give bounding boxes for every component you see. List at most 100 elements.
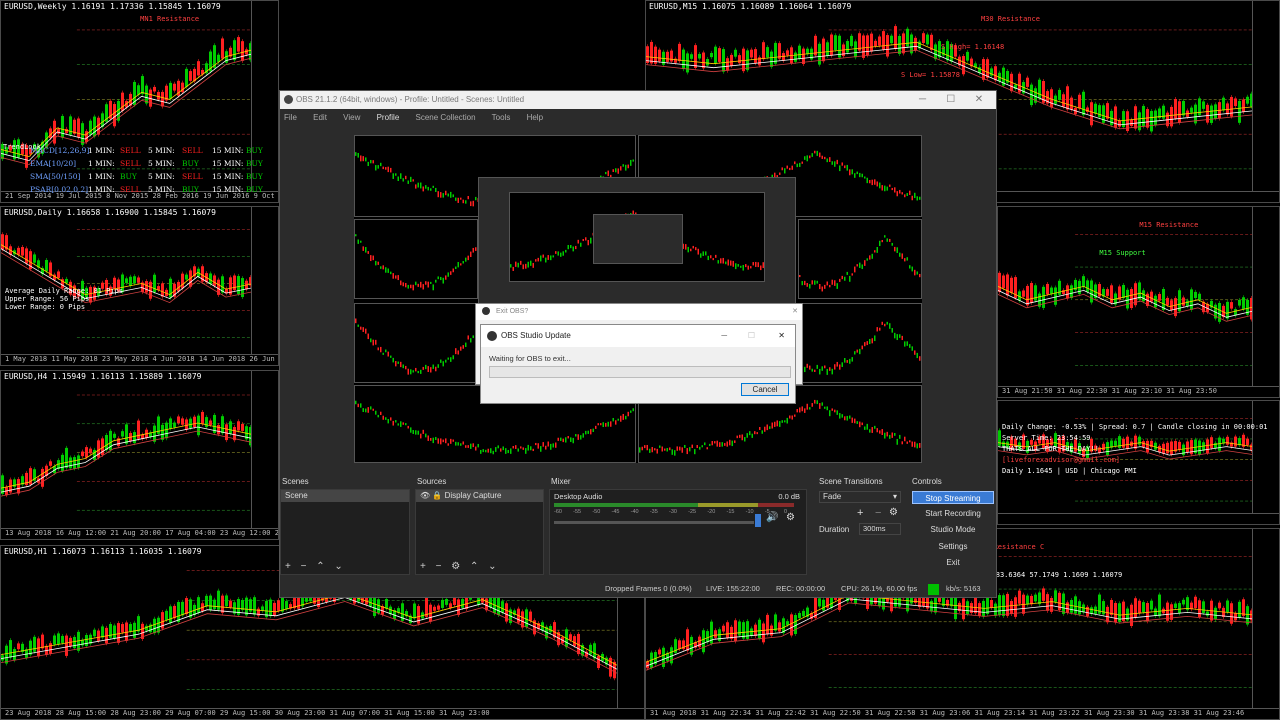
candle <box>113 625 116 639</box>
candle <box>185 274 188 280</box>
candle <box>165 610 168 620</box>
menu-file[interactable]: File <box>284 113 297 122</box>
candle <box>726 622 729 638</box>
candle <box>1090 280 1093 303</box>
remove-source-icon[interactable]: − <box>436 561 442 572</box>
transition-gear-icon[interactable]: ⚙ <box>889 507 898 518</box>
chart-annotation: Average Daily Range: 81 Pips <box>5 287 124 295</box>
volume-slider-handle[interactable] <box>755 514 761 527</box>
candle <box>998 272 1001 292</box>
candle <box>77 455 80 468</box>
candle <box>317 596 320 608</box>
time-axis <box>998 513 1279 524</box>
menu-help[interactable]: Help <box>527 113 543 122</box>
candle <box>754 624 757 636</box>
menu-scene-collection[interactable]: Scene Collection <box>416 113 476 122</box>
candle <box>1106 442 1109 456</box>
speaker-icon[interactable]: 🔊 <box>766 512 778 523</box>
candle <box>770 51 773 67</box>
minimize-button[interactable]: ─ <box>910 91 936 109</box>
chart-panel-c3[interactable]: EURUSD,Daily 1.16658 1.16900 1.15845 1.1… <box>0 206 279 366</box>
candle <box>29 640 32 655</box>
controls-title: Controls <box>912 477 942 486</box>
candle <box>1070 97 1073 110</box>
candle <box>121 92 124 111</box>
source-item[interactable]: 👁 🔒 Display Capture <box>416 490 543 502</box>
close-button[interactable]: ✕ <box>778 325 785 347</box>
chart-panel-c5[interactable]: EURUSD,H4 1.15949 1.16113 1.15889 1.1607… <box>0 370 279 540</box>
candle <box>1182 297 1185 306</box>
candle <box>794 615 797 634</box>
candle <box>1218 602 1221 609</box>
chart-panel-c6[interactable]: Daily Change: -0.53% | Spread: 0.7 | Can… <box>997 400 1280 525</box>
scene-item[interactable]: Scene <box>281 490 409 502</box>
menu-tools[interactable]: Tools <box>492 113 511 122</box>
volume-slider[interactable] <box>554 521 754 524</box>
candle <box>49 643 52 654</box>
live-time: LIVE: 155:22:00 <box>706 584 760 593</box>
stop-streaming-button[interactable]: Stop Streaming <box>912 491 994 504</box>
cancel-button[interactable]: Cancel <box>741 383 789 396</box>
move-up-icon[interactable]: ⌃ <box>470 561 478 572</box>
candle <box>762 623 765 643</box>
candle <box>1142 602 1145 613</box>
candle <box>750 628 753 636</box>
move-down-icon[interactable]: ⌄ <box>334 561 342 572</box>
start-recording-button[interactable]: Start Recording <box>912 507 994 520</box>
candle <box>722 49 725 72</box>
candle <box>197 61 200 76</box>
minimize-button[interactable]: ─ <box>721 325 727 347</box>
candle <box>181 601 184 616</box>
candle <box>766 614 769 635</box>
candle <box>189 71 192 81</box>
obs-preview-canvas[interactable] <box>354 135 922 463</box>
candle <box>1002 275 1005 289</box>
eye-icon[interactable]: 👁 <box>420 491 430 500</box>
exit-button[interactable]: Exit <box>912 556 994 569</box>
candle <box>53 635 56 645</box>
remove-transition-icon[interactable]: − <box>875 507 881 519</box>
candle <box>1142 105 1145 127</box>
candle <box>738 55 741 64</box>
candle <box>1198 440 1201 455</box>
menu-view[interactable]: View <box>343 113 360 122</box>
candle <box>1166 297 1169 306</box>
candle <box>726 58 729 71</box>
add-scene-icon[interactable]: + <box>285 561 291 572</box>
candle <box>185 419 188 430</box>
candle <box>1198 600 1201 617</box>
candle <box>734 49 737 57</box>
maximize-button[interactable]: ☐ <box>938 91 964 109</box>
transition-select[interactable]: Fade ▾ <box>819 491 901 503</box>
candle <box>1002 595 1005 617</box>
candle <box>61 635 64 643</box>
candle <box>774 614 777 631</box>
close-icon[interactable]: ✕ <box>792 304 798 320</box>
candle <box>706 631 709 643</box>
remove-scene-icon[interactable]: − <box>301 561 307 572</box>
move-up-icon[interactable]: ⌃ <box>316 561 324 572</box>
chart-panel-c4[interactable]: 31 Aug 21:50 31 Aug 22:30 31 Aug 23:10 3… <box>997 206 1280 398</box>
settings-button[interactable]: Settings <box>912 540 994 553</box>
candle <box>137 616 140 632</box>
signal-cell: 5 MIN: <box>148 146 175 155</box>
move-down-icon[interactable]: ⌄ <box>488 561 496 572</box>
add-source-icon[interactable]: + <box>420 561 426 572</box>
candle <box>706 58 709 66</box>
close-button[interactable]: ✕ <box>966 91 992 109</box>
candle <box>1214 607 1217 620</box>
mixer-gear-icon[interactable]: ⚙ <box>786 512 795 523</box>
maximize-button[interactable]: ☐ <box>748 325 755 347</box>
menu-profile[interactable]: Profile <box>377 113 400 122</box>
duration-input[interactable]: 300ms <box>859 523 901 535</box>
candle <box>1182 100 1185 116</box>
candle <box>714 46 717 64</box>
signal-cell: 15 MIN: <box>212 185 244 194</box>
lock-icon[interactable]: 🔒 <box>432 491 442 500</box>
scene-transitions-dock: Scene Transitions Fade ▾ + − ⚙ Duration … <box>817 475 907 575</box>
add-transition-icon[interactable]: + <box>857 507 863 519</box>
menu-edit[interactable]: Edit <box>313 113 327 122</box>
candle <box>1094 103 1097 114</box>
studio-mode-button[interactable]: Studio Mode <box>912 523 994 536</box>
source-properties-gear-icon[interactable]: ⚙ <box>451 561 460 572</box>
